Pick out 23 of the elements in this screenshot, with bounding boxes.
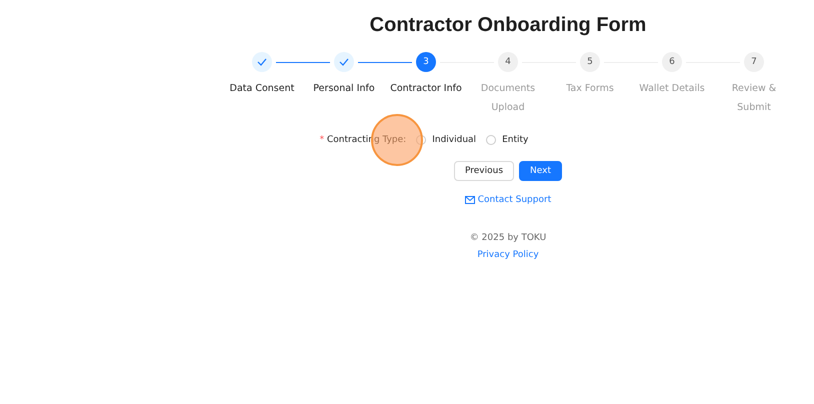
step-label: Data Consent bbox=[229, 82, 295, 96]
step-label: Review & Submit bbox=[730, 82, 778, 115]
form-title: Contractor Onboarding Form bbox=[370, 14, 646, 37]
step-indicator: 3 bbox=[416, 52, 436, 72]
contact-support-link[interactable]: Contact Support bbox=[464, 195, 552, 205]
step-label: Documents Upload bbox=[480, 82, 536, 115]
next-button[interactable]: Next bbox=[519, 161, 562, 181]
privacy-policy-link[interactable]: Privacy Policy bbox=[477, 250, 539, 260]
radio-option[interactable]: Entity bbox=[486, 135, 528, 145]
step-label: Personal Info bbox=[312, 82, 376, 96]
step-indicator: 4 bbox=[498, 52, 518, 72]
step-label: Wallet Details bbox=[639, 82, 705, 96]
radio-option[interactable]: Individual bbox=[416, 135, 476, 145]
copyright-text: © 2025 by TOKU bbox=[470, 233, 546, 243]
previous-button[interactable]: Previous bbox=[454, 161, 514, 181]
check-icon bbox=[339, 58, 349, 66]
step-indicator: 5 bbox=[580, 52, 600, 72]
check-icon bbox=[257, 58, 267, 66]
step-indicator: 6 bbox=[662, 52, 682, 72]
step-label: Contractor Info bbox=[389, 82, 463, 96]
step-label: Tax Forms bbox=[565, 82, 615, 96]
step-indicator: 7 bbox=[744, 52, 764, 72]
mail-icon bbox=[464, 196, 475, 204]
